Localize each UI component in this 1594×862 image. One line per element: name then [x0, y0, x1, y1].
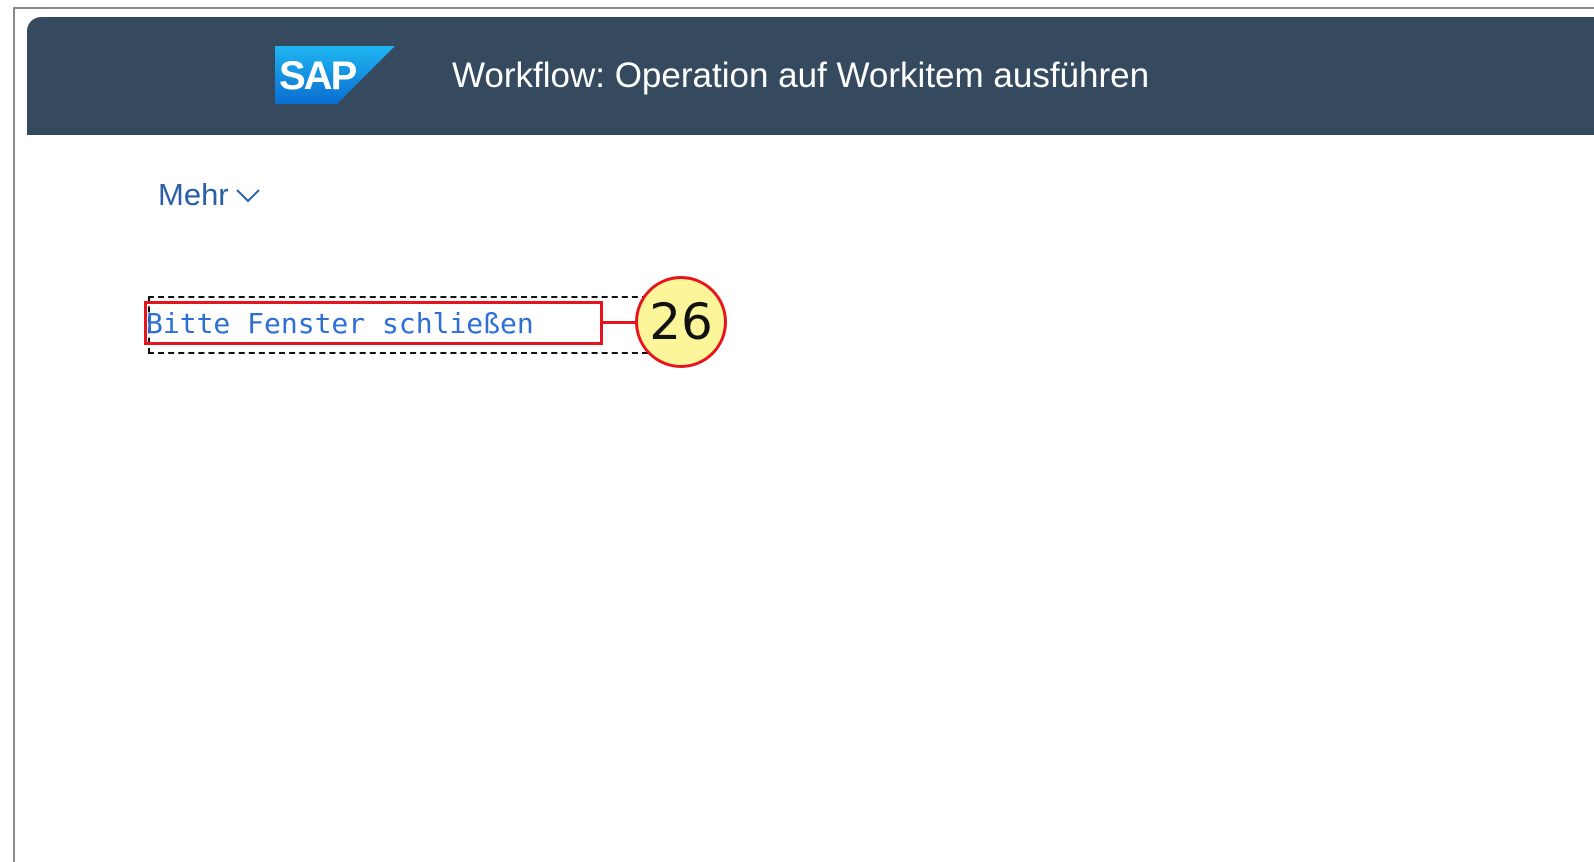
more-menu-button[interactable]: Mehr — [158, 177, 261, 213]
sap-logo: SAP — [275, 46, 395, 104]
chevron-down-icon — [235, 189, 260, 203]
more-menu-label: Mehr — [158, 177, 229, 212]
step-number-badge: 26 — [635, 276, 727, 368]
window-frame — [13, 7, 1594, 862]
sap-logo-text: SAP — [279, 54, 357, 98]
page-title: Workflow: Operation auf Workitem ausführ… — [452, 56, 1150, 95]
annotation-connector — [603, 321, 637, 324]
annotation-highlight — [144, 301, 603, 345]
